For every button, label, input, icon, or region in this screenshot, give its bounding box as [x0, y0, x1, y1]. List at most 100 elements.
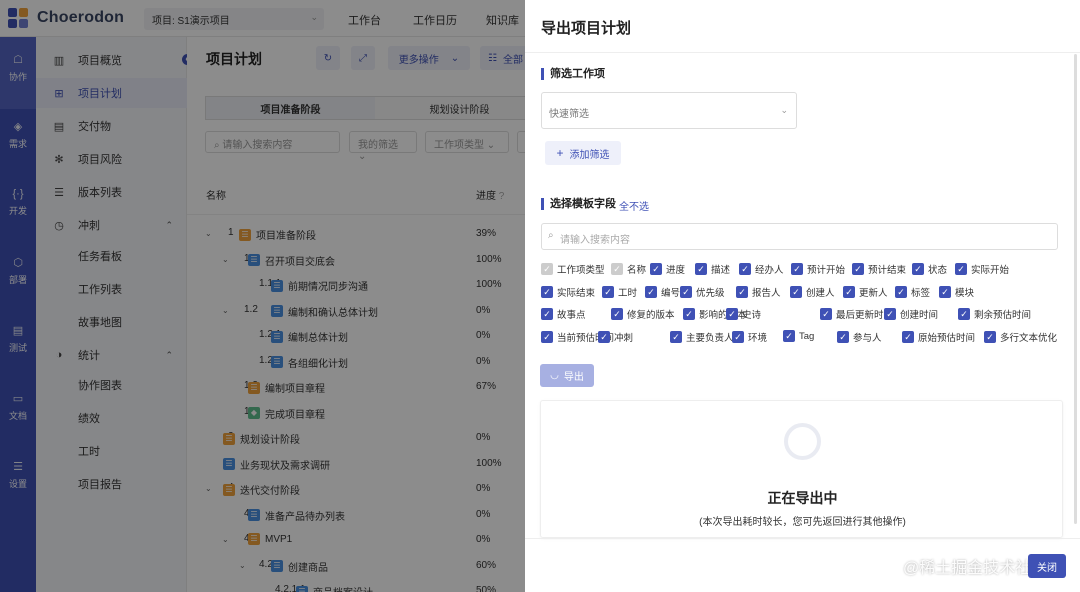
field-checkbox-label: 更新人	[859, 288, 888, 299]
checkbox-checked-icon: ✓	[541, 331, 553, 343]
field-checkbox[interactable]: ✓ 环境	[732, 330, 767, 344]
field-checkbox-label: 编号	[661, 288, 681, 299]
export-button[interactable]: ◡ 导出	[540, 364, 594, 387]
field-checkbox[interactable]: ✓ 故事点	[541, 307, 586, 321]
checkbox-checked-icon: ✓	[602, 286, 614, 298]
checkbox-checked-icon: ✓	[670, 331, 682, 343]
field-checkbox[interactable]: ✓ 冲刺	[598, 330, 633, 344]
field-checkbox: ✓ 工作项类型	[541, 262, 605, 276]
field-checkbox-label: 创建人	[806, 288, 835, 299]
field-checkbox[interactable]: ✓ 预计结束	[852, 262, 906, 276]
field-checkbox[interactable]: ✓ 修复的版本	[611, 307, 675, 321]
field-checkbox[interactable]: ✓ 状态	[912, 262, 947, 276]
spinner-icon	[784, 423, 821, 460]
chevron-down-icon: ⌄	[780, 105, 788, 115]
checkbox-checked-icon: ✓	[852, 263, 864, 275]
field-checkbox[interactable]: ✓ 预计开始	[791, 262, 845, 276]
field-checkbox[interactable]: ✓ 史诗	[726, 307, 761, 321]
field-checkbox[interactable]: ✓ 优先级	[680, 285, 725, 299]
unselect-all-link[interactable]: 全不选	[619, 198, 649, 213]
field-checkbox[interactable]: ✓ 进度	[650, 262, 685, 276]
quick-filter-placeholder: 快速筛选	[549, 109, 589, 120]
field-checkbox-label: 故事点	[557, 310, 586, 321]
drawer-scrollbar[interactable]	[1074, 54, 1077, 524]
checkbox-checked-icon: ✓	[732, 331, 744, 343]
checkbox-checked-icon: ✓	[783, 330, 795, 342]
field-checkbox[interactable]: ✓ 标签	[895, 285, 930, 299]
search-icon: ⌕	[548, 230, 554, 241]
exporting-subtitle: (本次导出耗时较长，您可先返回进行其他操作)	[699, 517, 906, 528]
checkbox-checked-icon: ✓	[912, 263, 924, 275]
field-checkbox[interactable]: ✓ 工时	[602, 285, 637, 299]
checkbox-checked-icon: ✓	[541, 308, 553, 320]
checkbox-checked-icon: ✓	[939, 286, 951, 298]
field-search-placeholder: 请输入搜索内容	[560, 235, 630, 246]
checkbox-checked-icon: ✓	[984, 331, 996, 343]
field-checkbox-label: 修复的版本	[627, 310, 675, 321]
checkbox-checked-icon: ✓	[791, 263, 803, 275]
close-button[interactable]: 关闭	[1028, 554, 1066, 578]
field-checkbox-label: 报告人	[752, 288, 781, 299]
watermark: @稀土掘金技术社区	[903, 560, 1048, 577]
exporting-title: 正在导出中	[767, 490, 838, 506]
field-checkbox-label: 优先级	[696, 288, 725, 299]
field-checkbox-label: 名称	[627, 265, 647, 276]
checkbox-checked-icon: ✓	[902, 331, 914, 343]
add-filter-button[interactable]: + 添加筛选	[545, 141, 621, 165]
checkbox-checked-icon: ✓	[884, 308, 896, 320]
checkbox-checked-icon: ✓	[541, 263, 553, 275]
field-checkbox-label: 工作项类型	[557, 265, 605, 276]
export-drawer: 导出项目计划 筛选工作项 快速筛选 ⌄ + 添加筛选 选择模板字段 全不选 ⌕ …	[525, 0, 1080, 592]
drawer-title: 导出项目计划	[541, 20, 632, 37]
field-section-title: 选择模板字段	[541, 198, 616, 210]
checkbox-checked-icon: ✓	[680, 286, 692, 298]
field-checkbox-label: 预计开始	[807, 265, 846, 276]
field-checkbox[interactable]: ✓ 经办人	[739, 262, 784, 276]
field-checkbox-label: 实际结束	[557, 288, 596, 299]
field-checkbox[interactable]: ✓ 编号	[645, 285, 680, 299]
export-label: 导出	[563, 372, 584, 383]
field-checkbox[interactable]: ✓ 最后更新时间	[820, 307, 893, 321]
field-checkbox[interactable]: ✓ Tag	[783, 330, 814, 342]
checkbox-checked-icon: ✓	[611, 263, 623, 275]
checkbox-checked-icon: ✓	[790, 286, 802, 298]
field-checkbox[interactable]: ✓ 实际结束	[541, 285, 595, 299]
checkbox-checked-icon: ✓	[739, 263, 751, 275]
checkbox-checked-icon: ✓	[726, 308, 738, 320]
checkbox-checked-icon: ✓	[683, 308, 695, 320]
field-checkbox-label: 环境	[748, 333, 768, 344]
field-checkbox-label: 原始预估时间	[918, 333, 976, 344]
field-checkbox[interactable]: ✓ 描述	[695, 262, 730, 276]
checkbox-checked-icon: ✓	[598, 331, 610, 343]
field-checkbox[interactable]: ✓ 更新人	[843, 285, 888, 299]
field-checkbox[interactable]: ✓ 模块	[939, 285, 974, 299]
field-checkbox[interactable]: ✓ 参与人	[837, 330, 882, 344]
quick-filter-select[interactable]: 快速筛选 ⌄	[541, 92, 797, 129]
app-root: Choerodon 项目: S1演示项目 ⌄ 工作台 工作日历 知识库 ☖ 协作…	[0, 0, 1080, 592]
field-checkbox[interactable]: ✓ 主要负责人	[670, 330, 734, 344]
checkbox-checked-icon: ✓	[955, 263, 967, 275]
field-checkbox[interactable]: ✓ 原始预估时间	[902, 330, 975, 344]
checkbox-checked-icon: ✓	[650, 263, 662, 275]
checkbox-checked-icon: ✓	[611, 308, 623, 320]
overlay-mask[interactable]	[0, 0, 525, 592]
field-checkbox-label: 史诗	[742, 310, 762, 321]
checkbox-checked-icon: ✓	[958, 308, 970, 320]
field-checkbox[interactable]: ✓ 创建时间	[884, 307, 938, 321]
field-checkbox-label: 参与人	[853, 333, 882, 344]
checkbox-checked-icon: ✓	[645, 286, 657, 298]
field-search-input[interactable]: ⌕ 请输入搜索内容	[541, 223, 1058, 250]
field-checkbox[interactable]: ✓ 多行文本优化	[984, 330, 1057, 344]
checkbox-checked-icon: ✓	[837, 331, 849, 343]
checkbox-checked-icon: ✓	[843, 286, 855, 298]
field-checkbox[interactable]: ✓ 创建人	[790, 285, 835, 299]
field-checkbox-label: 剩余预估时间	[974, 310, 1032, 321]
loading-icon: ◡	[550, 370, 559, 381]
checkbox-checked-icon: ✓	[695, 263, 707, 275]
field-checkbox-label: Tag	[799, 330, 815, 342]
field-checkbox[interactable]: ✓ 剩余预估时间	[958, 307, 1031, 321]
checkbox-checked-icon: ✓	[736, 286, 748, 298]
field-checkbox[interactable]: ✓ 报告人	[736, 285, 781, 299]
field-checkbox[interactable]: ✓ 实际开始	[955, 262, 1009, 276]
divider	[525, 52, 1080, 53]
